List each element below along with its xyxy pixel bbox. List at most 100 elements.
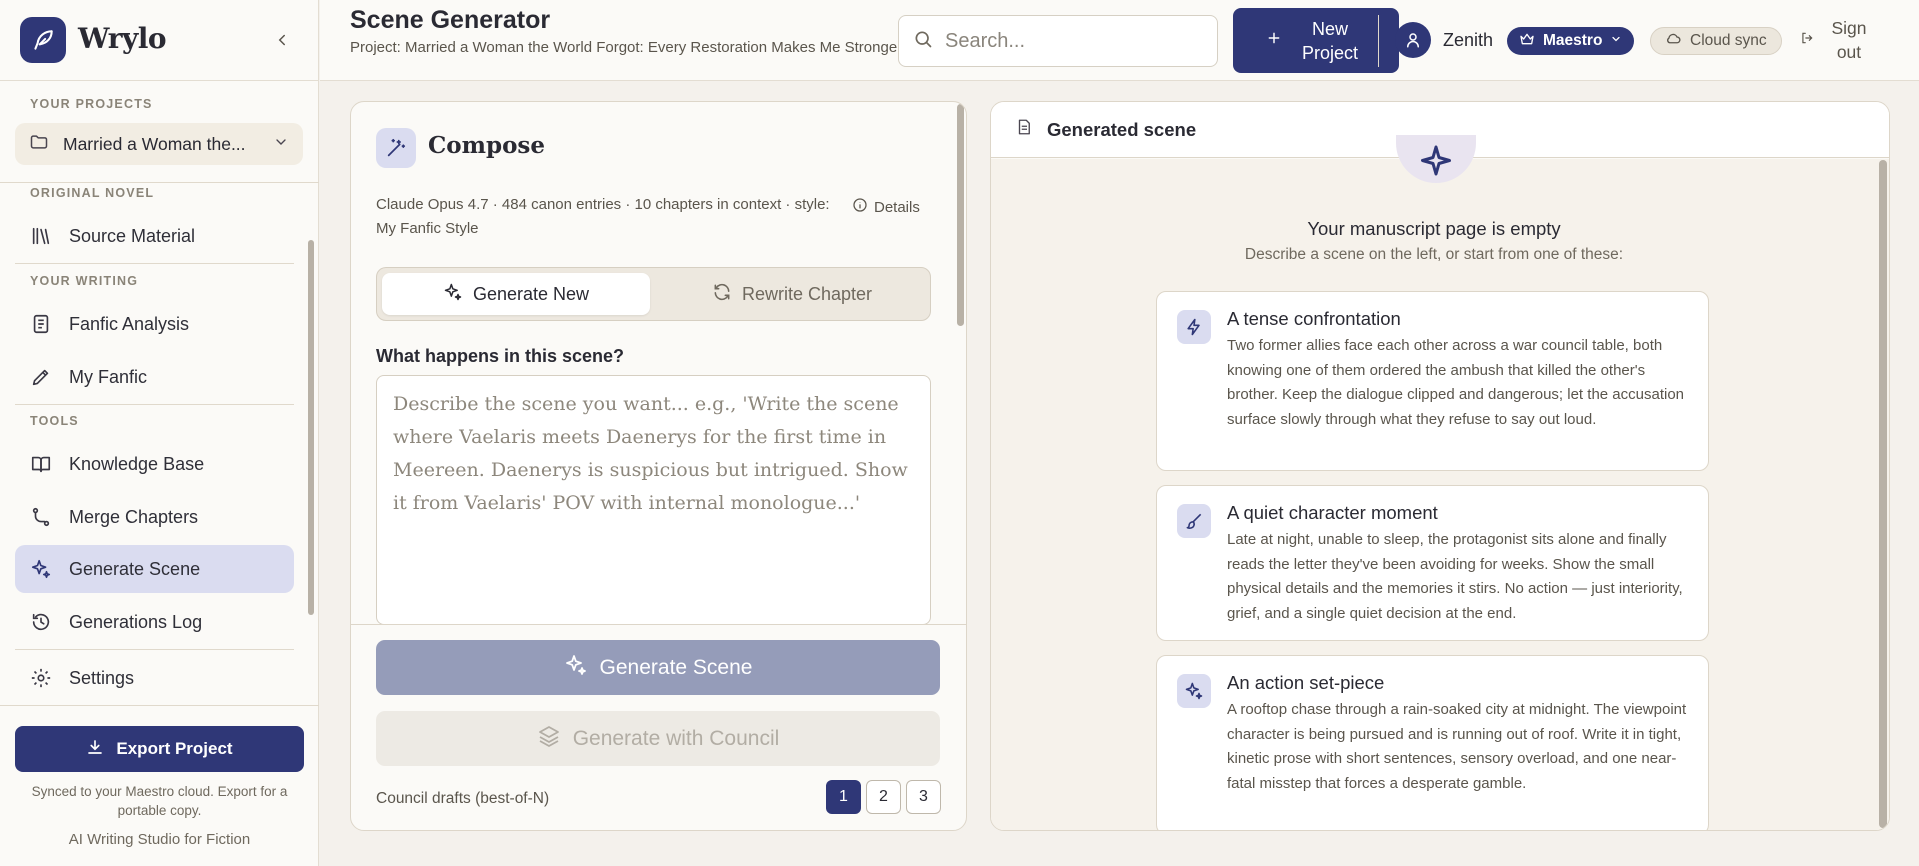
search-icon bbox=[913, 29, 933, 54]
generated-scene-panel: Generated scene Your manuscript page is … bbox=[990, 101, 1890, 831]
download-icon bbox=[86, 738, 104, 761]
sign-out-button[interactable]: Sign out bbox=[1800, 16, 1872, 64]
tools-section-label: TOOLS bbox=[30, 414, 79, 428]
empty-state-title: Your manuscript page is empty bbox=[1307, 218, 1561, 239]
sidebar-scrollbar[interactable] bbox=[308, 240, 314, 615]
logout-icon bbox=[1800, 31, 1814, 50]
export-project-button[interactable]: Export Project bbox=[15, 726, 304, 772]
tab-label: Rewrite Chapter bbox=[741, 283, 873, 304]
scene-idea-card[interactable]: A quiet character moment Late at night, … bbox=[1156, 485, 1709, 641]
new-project-label: New Project bbox=[1301, 18, 1359, 63]
brush-icon bbox=[1177, 504, 1211, 538]
plan-badge[interactable]: Maestro bbox=[1507, 27, 1635, 55]
sidebar-item-fanfic-analysis[interactable]: Fanfic Analysis bbox=[15, 300, 294, 348]
user-avatar-icon bbox=[1395, 22, 1431, 58]
cloud-icon bbox=[1665, 30, 1682, 52]
sync-status-text: Synced to your Maestro cloud. Export for… bbox=[31, 784, 288, 818]
magic-wand-icon bbox=[376, 128, 416, 168]
sidebar-item-source-material[interactable]: Source Material bbox=[15, 212, 294, 260]
info-icon bbox=[852, 197, 868, 217]
gear-icon bbox=[29, 666, 53, 690]
sidebar-item-label: Knowledge Base bbox=[69, 453, 205, 474]
divider bbox=[15, 263, 294, 264]
divider bbox=[351, 624, 966, 625]
generate-scene-button[interactable]: Generate Scene bbox=[376, 640, 940, 695]
divider bbox=[0, 705, 319, 706]
sign-out-label: Sign out bbox=[1831, 18, 1867, 62]
refresh-icon bbox=[712, 282, 732, 307]
sidebar-item-settings[interactable]: Settings bbox=[15, 654, 294, 702]
details-label: Details bbox=[874, 198, 920, 216]
new-project-button[interactable]: New Project bbox=[1233, 8, 1399, 73]
compose-scrollbar[interactable] bbox=[957, 104, 964, 326]
sidebar-item-generate-scene[interactable]: Generate Scene bbox=[15, 545, 294, 593]
document-icon bbox=[29, 312, 53, 336]
chevron-down-icon bbox=[1610, 32, 1622, 50]
scene-idea-card[interactable]: A tense confrontation Two former allies … bbox=[1156, 291, 1709, 471]
sidebar-item-generations-log[interactable]: Generations Log bbox=[15, 598, 294, 646]
history-icon bbox=[29, 610, 53, 634]
council-drafts-label: Council drafts (best-of-N) bbox=[376, 790, 550, 807]
sidebar-item-label: Merge Chapters bbox=[69, 506, 199, 527]
scene-idea-description: Two former allies face each other across… bbox=[1227, 337, 1685, 428]
sidebar-item-label: Generate Scene bbox=[69, 558, 201, 579]
library-icon bbox=[29, 224, 53, 248]
sidebar-item-merge-chapters[interactable]: Merge Chapters bbox=[15, 493, 294, 541]
file-text-icon bbox=[1015, 118, 1033, 141]
plus-icon bbox=[1267, 31, 1281, 50]
page-title: Scene Generator bbox=[350, 6, 551, 34]
chevron-down-icon bbox=[273, 134, 289, 155]
cloud-sync-label: Cloud sync bbox=[1690, 32, 1767, 49]
page-subtitle: Project: Married a Woman the World Forgo… bbox=[350, 39, 903, 56]
details-button[interactable]: Details bbox=[852, 197, 920, 217]
sparkles-icon bbox=[564, 653, 588, 683]
sidebar-item-label: Source Material bbox=[69, 225, 196, 246]
sparkles-icon bbox=[29, 557, 53, 581]
generate-scene-label: Generate Scene bbox=[599, 655, 753, 679]
top-bar: Scene Generator Project: Married a Woman… bbox=[320, 0, 1919, 81]
sparkles-icon bbox=[443, 282, 463, 307]
sidebar-item-label: My Fanfic bbox=[69, 366, 148, 387]
mode-toggle: Generate New Rewrite Chapter bbox=[376, 267, 931, 321]
user-menu[interactable]: Zenith bbox=[1395, 22, 1493, 58]
layers-icon bbox=[537, 724, 561, 754]
tab-generate-new[interactable]: Generate New bbox=[382, 273, 650, 315]
original-section-label: ORIGINAL NOVEL bbox=[30, 186, 155, 200]
project-selector[interactable]: Married a Woman the... bbox=[15, 123, 303, 165]
scene-idea-title: A tense confrontation bbox=[1227, 308, 1401, 329]
generated-scene-scrollbar[interactable] bbox=[1879, 160, 1887, 828]
tab-rewrite-chapter[interactable]: Rewrite Chapter bbox=[658, 273, 926, 315]
draft-count-3-button[interactable]: 3 bbox=[906, 780, 941, 814]
sidebar: Wrylo YOUR PROJECTS Married a Woman the.… bbox=[0, 0, 319, 866]
draft-count-1-button[interactable]: 1 bbox=[826, 780, 861, 814]
project-selector-label: Married a Woman the... bbox=[63, 133, 246, 154]
search-box[interactable] bbox=[898, 15, 1218, 67]
brand-name: Wrylo bbox=[78, 22, 167, 55]
crown-icon bbox=[1519, 31, 1535, 52]
generate-with-council-label: Generate with Council bbox=[572, 726, 780, 750]
scene-prompt-label: What happens in this scene? bbox=[376, 346, 625, 366]
search-input[interactable] bbox=[945, 29, 1195, 53]
scene-idea-card[interactable]: An action set-piece A rooftop chase thro… bbox=[1156, 655, 1709, 830]
feather-pen-icon[interactable] bbox=[20, 17, 66, 63]
sidebar-item-label: Fanfic Analysis bbox=[69, 313, 190, 334]
book-icon bbox=[29, 452, 53, 476]
sidebar-item-my-fanfic[interactable]: My Fanfic bbox=[15, 353, 294, 401]
sidebar-item-label: Generations Log bbox=[69, 611, 203, 632]
divider bbox=[15, 404, 294, 405]
generate-with-council-button[interactable]: Generate with Council bbox=[376, 711, 940, 766]
collapse-sidebar-button[interactable] bbox=[270, 28, 294, 52]
draft-count-2-button[interactable]: 2 bbox=[866, 780, 901, 814]
sidebar-item-label: Settings bbox=[69, 667, 135, 688]
divider bbox=[1378, 15, 1379, 67]
sidebar-item-knowledge-base[interactable]: Knowledge Base bbox=[15, 440, 294, 488]
projects-section-label: YOUR PROJECTS bbox=[30, 97, 153, 111]
scene-prompt-input[interactable] bbox=[376, 375, 931, 625]
bolt-icon bbox=[1177, 310, 1211, 344]
generated-scene-body: Your manuscript page is empty Describe a… bbox=[991, 135, 1889, 830]
writing-section-label: YOUR WRITING bbox=[30, 274, 139, 288]
user-name: Zenith bbox=[1443, 29, 1494, 50]
export-project-label: Export Project bbox=[116, 739, 233, 758]
app-tagline: AI Writing Studio for Fiction bbox=[68, 831, 251, 848]
scene-idea-title: An action set-piece bbox=[1227, 672, 1385, 693]
